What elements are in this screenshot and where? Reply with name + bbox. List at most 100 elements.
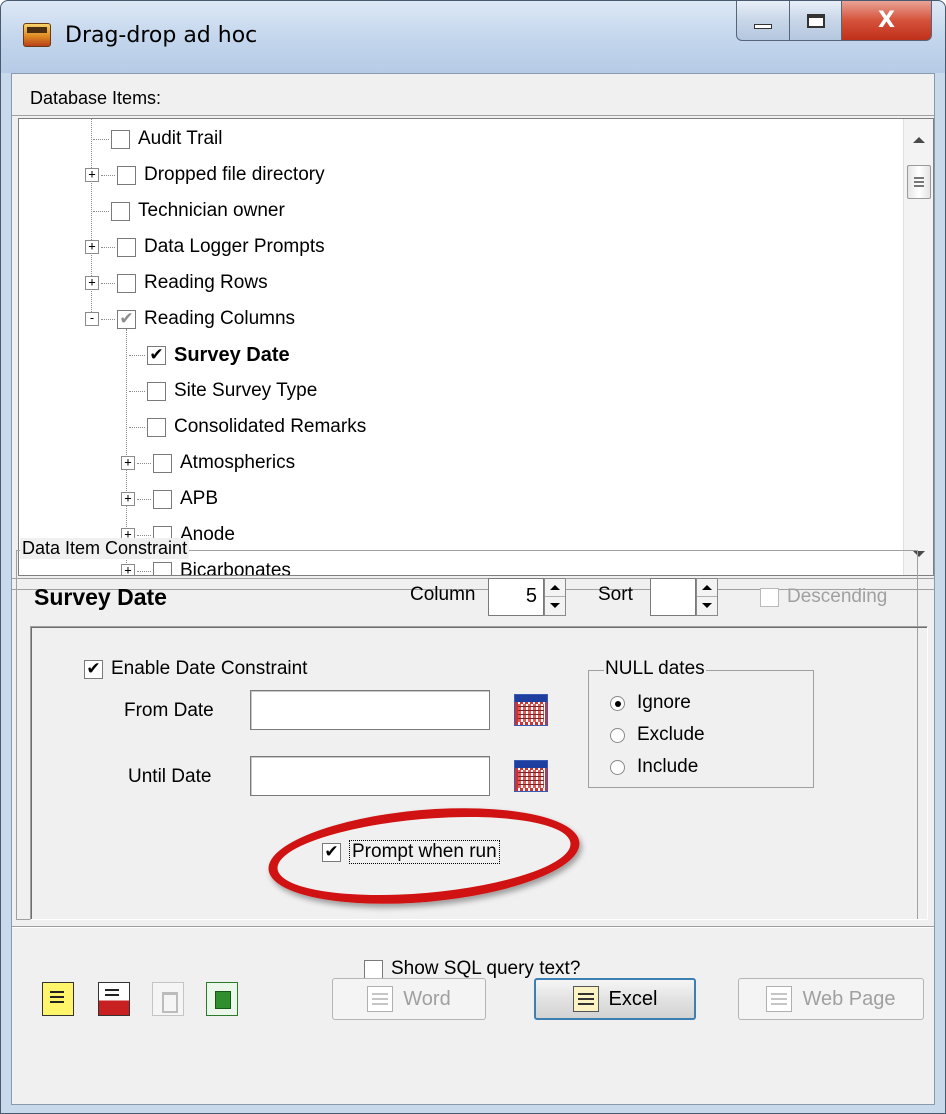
descending-checkbox[interactable] (760, 587, 779, 607)
selected-field-title: Survey Date (34, 584, 167, 610)
tree-connector (129, 354, 145, 356)
spin-down-icon[interactable] (697, 597, 717, 615)
excel-export-icon (572, 986, 599, 1012)
scroll-thumb[interactable] (907, 165, 931, 199)
from-date-calendar-icon[interactable] (514, 694, 548, 726)
checkbox-audit-trail[interactable] (111, 129, 130, 149)
expand-icon[interactable]: + (85, 240, 99, 254)
tree-connector (93, 210, 109, 212)
collapse-icon[interactable]: - (85, 312, 99, 326)
tree-item-apb[interactable]: + APB (121, 483, 218, 515)
show-sql-option[interactable]: Show SQL query text? (364, 958, 580, 980)
maximize-icon (806, 13, 825, 28)
app-icon (23, 23, 51, 47)
excel-button[interactable]: Excel (534, 978, 696, 1020)
spin-down-icon[interactable] (545, 597, 565, 615)
tree-item-label: Data Logger Prompts (144, 236, 325, 257)
maximize-button[interactable] (790, 1, 842, 41)
spin-up-icon[interactable] (545, 579, 565, 597)
null-option-include[interactable]: Include (610, 756, 698, 778)
enable-date-constraint-label: Enable Date Constraint (111, 658, 308, 679)
caption-buttons: X (736, 1, 932, 41)
expand-icon[interactable]: + (85, 276, 99, 290)
checkbox-reading-columns[interactable]: ✔ (117, 309, 136, 329)
checkbox-survey-date[interactable]: ✔ (147, 345, 166, 365)
spin-up-icon[interactable] (697, 579, 717, 597)
word-button-label: Word (403, 987, 451, 1010)
from-date-input[interactable] (250, 690, 490, 730)
close-button[interactable]: X (842, 1, 932, 41)
save-query-icon[interactable] (98, 982, 130, 1016)
word-button[interactable]: Word (332, 978, 486, 1020)
tree-scrollbar[interactable] (903, 119, 933, 575)
descending-option[interactable]: Descending (760, 586, 887, 608)
column-input[interactable]: 5 (488, 578, 544, 616)
sort-input[interactable] (650, 578, 696, 616)
null-option-exclude[interactable]: Exclude (610, 724, 705, 746)
tree-item-data-logger-prompts[interactable]: + Data Logger Prompts (85, 231, 325, 263)
radio-ignore[interactable] (610, 695, 625, 711)
close-icon: X (878, 8, 895, 33)
until-date-calendar-icon[interactable] (514, 760, 548, 792)
tree-connector (101, 282, 115, 284)
checkbox-site-survey-type[interactable] (147, 381, 166, 401)
tree-item-site-survey-type[interactable]: Site Survey Type (129, 375, 317, 407)
checkbox-apb[interactable] (153, 489, 172, 509)
null-option-label: Include (637, 756, 699, 777)
until-date-input[interactable] (250, 756, 490, 796)
checkbox-consolidated-remarks[interactable] (147, 417, 166, 437)
tree-item-reading-rows[interactable]: + Reading Rows (85, 267, 268, 299)
tree-item-label: Consolidated Remarks (174, 416, 367, 437)
enable-date-constraint-option[interactable]: ✔ Enable Date Constraint (84, 658, 307, 680)
excel-button-label: Excel (608, 987, 658, 1010)
expand-icon[interactable]: + (121, 492, 135, 506)
tree-item-survey-date[interactable]: ✔ Survey Date (129, 339, 290, 371)
expand-icon[interactable]: + (121, 456, 135, 470)
grip-icon (914, 177, 924, 179)
show-sql-label: Show SQL query text? (391, 958, 581, 979)
checkbox-dropped-file-directory[interactable] (117, 165, 136, 185)
tree-item-consolidated-remarks[interactable]: Consolidated Remarks (129, 411, 366, 443)
export-excel-icon[interactable] (206, 982, 238, 1016)
word-export-icon (367, 986, 394, 1012)
tree-item-label: Survey Date (174, 343, 290, 366)
column-label: Column (410, 584, 476, 605)
title-bar[interactable]: Drag-drop ad hoc X (1, 1, 945, 73)
new-query-icon[interactable] (42, 982, 74, 1016)
checkbox-atmospherics[interactable] (153, 453, 172, 473)
tree-item-atmospherics[interactable]: + Atmospherics (121, 447, 295, 479)
web-page-button[interactable]: Web Page (738, 978, 924, 1020)
dialog-client-area: Database Items: Audit Trail + Dropped fi… (11, 73, 935, 1105)
radio-exclude[interactable] (610, 727, 625, 743)
tree-connector (101, 246, 115, 248)
delete-query-icon[interactable] (152, 982, 184, 1016)
window-title: Drag-drop ad hoc (65, 23, 258, 48)
checkbox-reading-rows[interactable] (117, 273, 136, 293)
tree-connector (137, 462, 151, 464)
checkbox-technician-owner[interactable] (111, 201, 130, 221)
database-items-tree[interactable]: Audit Trail + Dropped file directory Tec… (18, 118, 934, 576)
web-page-button-label: Web Page (802, 987, 896, 1010)
footer-divider (12, 926, 934, 928)
column-spinner[interactable] (544, 578, 566, 616)
checkbox-data-logger-prompts[interactable] (117, 237, 136, 257)
tree-connector (101, 318, 115, 320)
radio-include[interactable] (610, 759, 625, 775)
tree-connector (129, 390, 145, 392)
tree-item-audit-trail[interactable]: Audit Trail (93, 123, 222, 155)
descending-label: Descending (787, 586, 888, 607)
tree-item-technician-owner[interactable]: Technician owner (93, 195, 285, 227)
tree-item-label: APB (180, 488, 219, 509)
tree-connector (137, 534, 151, 536)
tree-item-label: Site Survey Type (174, 380, 318, 401)
show-sql-checkbox[interactable] (364, 959, 383, 979)
expand-icon[interactable]: + (85, 168, 99, 182)
sort-spinner[interactable] (696, 578, 718, 616)
enable-date-constraint-checkbox[interactable]: ✔ (84, 659, 103, 679)
scroll-up-icon[interactable] (913, 137, 925, 143)
tree-item-reading-columns[interactable]: - ✔ Reading Columns (85, 303, 295, 335)
minimize-icon (754, 24, 772, 29)
minimize-button[interactable] (736, 1, 790, 41)
tree-item-dropped-file-directory[interactable]: + Dropped file directory (85, 159, 325, 191)
null-option-ignore[interactable]: Ignore (610, 692, 691, 714)
